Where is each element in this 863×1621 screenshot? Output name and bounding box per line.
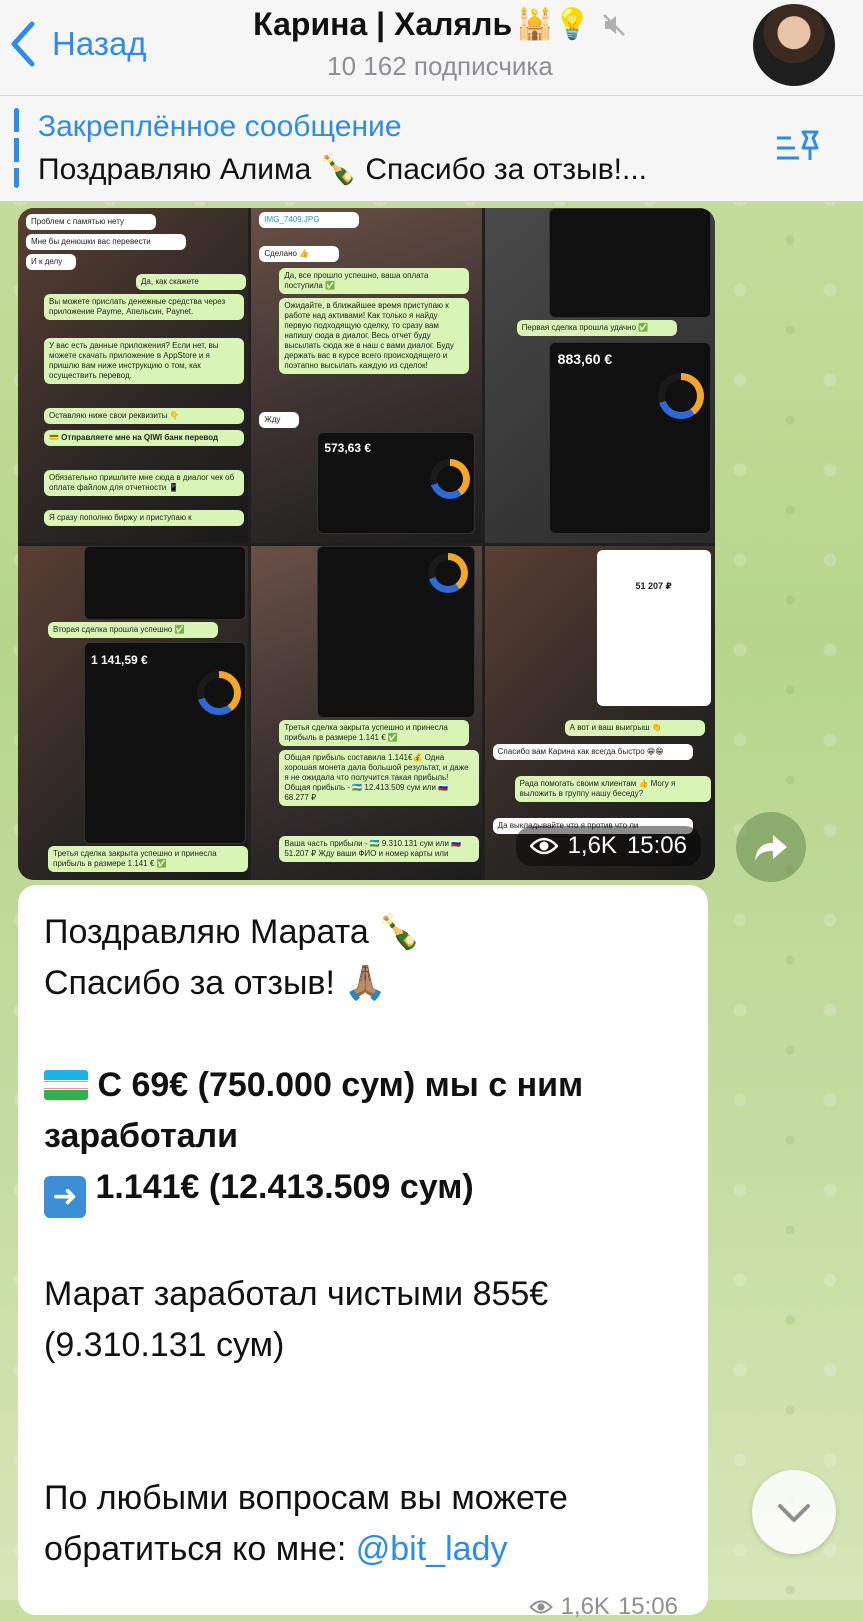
media-tile[interactable]: Проблем с памятью нету Мне бы денюшки ва… — [18, 208, 249, 543]
chat-bubble: Я сразу пополню биржу и приступаю к — [44, 510, 244, 526]
channel-info[interactable]: Карина | Халяль 🕌💡 10 162 подписчика — [200, 6, 680, 82]
chat-bubble: Первая сделка прошла удачно ✅ — [516, 320, 677, 336]
text-message[interactable]: Поздравляю Марата 🍾 Спасибо за отзыв! 🙏🏽… — [18, 885, 708, 1620]
right-arrow-icon: ➜ — [44, 1176, 86, 1218]
message-line: Спасибо за отзыв! 🙏🏽 — [44, 964, 387, 1002]
message-line: Марат заработал чистыми 855€ (9.310.131 … — [44, 1275, 549, 1364]
pin-list-icon[interactable] — [773, 126, 823, 170]
chevron-left-icon — [11, 21, 35, 67]
eye-icon — [528, 1600, 553, 1614]
uzbekistan-flag-icon — [44, 1070, 88, 1100]
chat-bubble: Сделано 👍 — [259, 246, 340, 262]
chat-bubble: Да, все прошло успешно, ваша оплата пост… — [279, 268, 470, 294]
portfolio-donut — [197, 670, 241, 715]
media-tile[interactable]: Первая сделка прошла удачно ✅ 883,60 € — [484, 208, 715, 543]
balance-amount: 1 141,59 € — [91, 652, 148, 667]
channel-title: Карина | Халяль — [253, 6, 513, 42]
message-text: Поздравляю Марата 🍾 Спасибо за отзыв! 🙏🏽… — [18, 885, 708, 1575]
back-button[interactable]: Назад — [8, 14, 147, 74]
exchange-screenshot: 883,60 € — [548, 342, 711, 534]
chat-bubble: Ожидайте, в ближайшее время приступаю к … — [279, 298, 470, 374]
pinned-indicator — [14, 108, 19, 188]
media-album[interactable]: Проблем с памятью нету Мне бы денюшки ва… — [18, 208, 715, 880]
chat-bubble: IMG_7409.JPG — [259, 212, 360, 228]
chat-bubble: Мне бы денюшки вас перевести — [26, 234, 186, 250]
share-button[interactable] — [736, 812, 806, 882]
payment-receipt: 51 207 ₽ — [596, 549, 711, 706]
chat-bubble: 💳 Отправляете мне на QIWI банк перевод — [44, 430, 244, 446]
view-count: 1,6K — [567, 832, 617, 859]
chat-bubble: Ваша часть прибыли - 🇺🇿 9.310.131 сум ил… — [279, 835, 480, 862]
portfolio-donut — [428, 552, 469, 593]
exchange-screenshot — [317, 545, 476, 718]
post-time: 15:06 — [617, 1593, 678, 1620]
exchange-screenshot: 1 141,59 € — [84, 641, 246, 844]
username-link[interactable]: @bit_lady — [356, 1530, 508, 1568]
balance-amount: 573,63 € — [324, 441, 372, 455]
media-tile[interactable]: IMG_7409.JPG Сделано 👍 Да, все прошло ус… — [251, 208, 482, 543]
chat-bubble: Обязательно пришлите мне сюда в диалог ч… — [44, 470, 244, 496]
portfolio-donut — [430, 459, 471, 499]
channel-avatar[interactable] — [753, 4, 835, 86]
pinned-message-bar[interactable]: Закреплённое сообщение Поздравляю Алима … — [0, 96, 863, 202]
receipt-amount: 51 207 ₽ — [635, 580, 672, 591]
share-arrow-icon — [755, 835, 787, 861]
media-meta: 1,6K 15:06 — [515, 826, 701, 866]
chevron-down-icon — [778, 1504, 810, 1522]
chat-bubble: Вторая сделка прошла успешно ✅ — [48, 621, 218, 638]
profit-line: С 69€ (750.000 сум) мы с ним заработали — [44, 1066, 584, 1155]
chat-bubble: Да, как скажете — [136, 274, 246, 290]
scroll-down-button[interactable] — [752, 1470, 836, 1554]
message-line-bold: С 69€ (750.000 сум) мы с ним заработали — [44, 1060, 682, 1162]
subscriber-count: 10 162 подписчика — [327, 51, 553, 81]
message-line: По любыми вопросам вы можете обратиться … — [44, 1473, 682, 1575]
chat-bubble: Третья сделка закрыта успешно и принесла… — [48, 845, 248, 872]
portfolio-donut — [657, 373, 704, 419]
chat-bubble: Спасибо вам Карина как всегда быстро 😁😁 — [492, 743, 693, 760]
post-time: 15:06 — [626, 832, 687, 859]
mute-icon — [602, 13, 625, 36]
chat-bubble: У вас есть данные приложения? Если нет, … — [44, 338, 244, 384]
eye-icon — [529, 837, 558, 855]
media-tile[interactable]: Вторая сделка прошла успешно ✅ 1 141,59 … — [18, 545, 249, 880]
back-label: Назад — [52, 25, 147, 62]
media-tile[interactable]: Третья сделка закрыта успешно и принесла… — [251, 545, 482, 880]
balance-amount: 883,60 € — [557, 351, 613, 367]
title-emoji: 🕌💡 — [516, 8, 591, 41]
chat-bubble: А вот и ваш выигрыш 👏 — [564, 719, 705, 736]
chat-bubble: Третья сделка закрыта успешно и принесла… — [279, 719, 470, 746]
exchange-screenshot: 573,63 € — [317, 432, 476, 534]
exchange-screenshot — [84, 545, 246, 620]
chat-bubble: Вы можете прислать денежные средства чер… — [44, 294, 244, 320]
profit-total: 1.141€ (12.413.509 сум) — [95, 1168, 474, 1206]
view-count: 1,6K — [560, 1593, 610, 1620]
chat-bubble: Оставляю ниже свои реквизиты 👇 — [44, 408, 244, 424]
message-line: Поздравляю Марата 🍾 — [44, 913, 421, 951]
chat-header: Назад Карина | Халяль 🕌💡 10 162 подписчи… — [0, 0, 863, 96]
chat-bubble: Проблем с памятью нету — [26, 214, 156, 230]
exchange-screenshot — [548, 208, 711, 318]
chat-bubble: Жду — [259, 412, 300, 428]
chat-bubble: Общая прибыль составила 1.141€💰 Одна хор… — [279, 749, 480, 806]
message-line-bold: ➜ 1.141€ (12.413.509 сум) — [44, 1162, 682, 1218]
chat-bubble: Рада помогать своим клиентам 👍 Могу я вы… — [514, 775, 711, 802]
pinned-title: Закреплённое сообщение — [38, 110, 402, 143]
pinned-text: Поздравляю Алима 🍾 Спасибо за отзыв!... — [38, 153, 648, 186]
chat-bubble: И к делу — [26, 254, 76, 270]
message-meta: 1,6K 15:06 — [528, 1593, 678, 1621]
